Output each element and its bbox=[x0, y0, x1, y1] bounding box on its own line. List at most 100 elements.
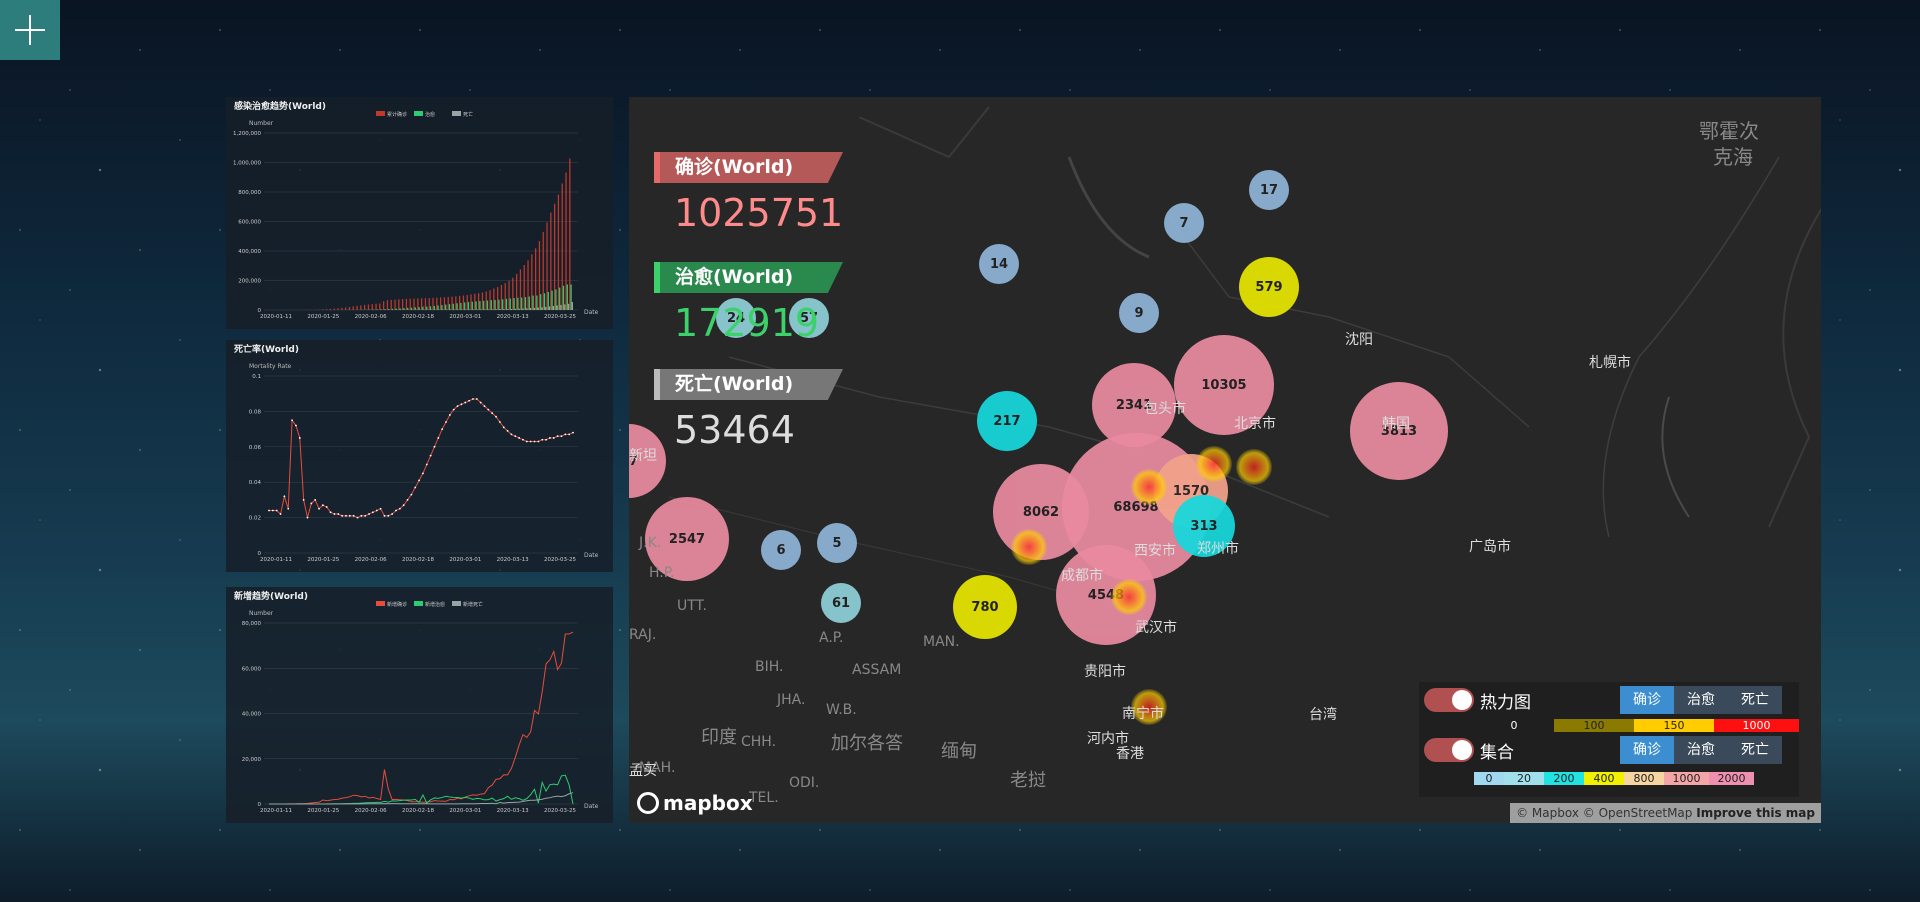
point-0-63 bbox=[510, 433, 513, 436]
legend-swatch bbox=[414, 601, 423, 606]
point-0-41 bbox=[425, 463, 428, 466]
point-0-18 bbox=[337, 513, 340, 515]
point-0-20 bbox=[345, 514, 347, 517]
bar-0-77 bbox=[561, 183, 563, 310]
mapbox-logo[interactable]: mapbox bbox=[637, 791, 753, 815]
point-0-19 bbox=[341, 514, 344, 517]
mortality-chart: Mortality RateDate00.020.040.060.080.120… bbox=[249, 363, 599, 563]
add-button[interactable] bbox=[0, 0, 60, 60]
point-0-78 bbox=[568, 433, 571, 436]
heatmap-toggle[interactable] bbox=[1424, 688, 1474, 712]
cluster-marker[interactable]: 7 bbox=[1164, 203, 1204, 243]
bar-0-30 bbox=[383, 301, 385, 310]
point-0-64 bbox=[514, 435, 517, 438]
city-label: 包头市 bbox=[1144, 401, 1186, 417]
cluster-marker[interactable]: 5 bbox=[817, 523, 857, 563]
cluster-marker[interactable]: 14 bbox=[979, 244, 1019, 284]
cluster-confirmed-button[interactable]: 确诊 bbox=[1620, 736, 1674, 764]
point-0-5 bbox=[287, 507, 290, 510]
point-0-55 bbox=[479, 401, 482, 404]
bar-0-70 bbox=[535, 248, 537, 310]
bar-2-69 bbox=[533, 307, 535, 310]
bar-1-47 bbox=[448, 304, 451, 310]
improve-map-link[interactable]: Improve this map bbox=[1696, 806, 1815, 820]
bar-2-60 bbox=[499, 309, 501, 310]
point-0-15 bbox=[325, 506, 328, 508]
cluster-marker[interactable]: 579 bbox=[1239, 257, 1299, 317]
legend-label: 新增治愈 bbox=[425, 601, 445, 608]
cluster-deaths-button[interactable]: 死亡 bbox=[1728, 736, 1782, 764]
bar-1-37 bbox=[410, 307, 413, 310]
bar-1-48 bbox=[452, 303, 454, 310]
city-label: RAJ. bbox=[629, 627, 657, 643]
bar-0-25 bbox=[364, 304, 366, 310]
city-label: ASSAM bbox=[852, 662, 902, 678]
bar-0-58 bbox=[489, 290, 491, 310]
cluster-marker[interactable]: 780 bbox=[953, 575, 1017, 639]
cluster-marker[interactable]: 17 bbox=[1249, 170, 1289, 210]
cluster-marker[interactable]: 217 bbox=[977, 391, 1037, 451]
bar-0-34 bbox=[398, 299, 400, 310]
bar-0-54 bbox=[474, 293, 476, 310]
city-label: 沈阳 bbox=[1345, 332, 1373, 348]
bar-1-55 bbox=[479, 301, 481, 310]
bar-1-63 bbox=[509, 298, 511, 310]
bar-1-43 bbox=[433, 305, 435, 310]
heat-spot bbox=[1131, 469, 1167, 505]
point-0-29 bbox=[379, 507, 382, 510]
point-0-62 bbox=[506, 429, 509, 432]
bar-2-76 bbox=[560, 304, 562, 310]
cluster-marker[interactable]: 9 bbox=[1119, 293, 1159, 333]
point-0-4 bbox=[283, 495, 286, 498]
legend-label: 新增死亡 bbox=[463, 601, 483, 608]
point-0-56 bbox=[483, 405, 486, 407]
point-0-43 bbox=[433, 445, 436, 448]
point-0-1 bbox=[271, 509, 274, 512]
point-0-66 bbox=[522, 438, 524, 441]
x-axis-label: Date bbox=[584, 552, 599, 559]
cluster-recovered-button[interactable]: 治愈 bbox=[1674, 736, 1728, 764]
heatmap-deaths-button[interactable]: 死亡 bbox=[1728, 686, 1782, 714]
cluster-toggle[interactable] bbox=[1424, 738, 1474, 762]
cluster-marker[interactable]: 6 bbox=[761, 530, 801, 570]
bar-1-68 bbox=[528, 296, 530, 310]
point-0-74 bbox=[552, 437, 555, 439]
x-tick-label: 2020-03-13 bbox=[497, 314, 529, 320]
city-label: W.B. bbox=[826, 702, 857, 718]
cumulative-chart-panel: Number Date 0 200,000 400,000 600,000 800,000 1… bbox=[226, 97, 613, 329]
point-0-14 bbox=[321, 504, 324, 507]
x-tick-label: 2020-01-25 bbox=[307, 808, 339, 814]
bar-0-59 bbox=[493, 288, 495, 310]
bar-1-73 bbox=[547, 291, 549, 310]
city-label: 成都市 bbox=[1061, 568, 1103, 584]
city-label: 鄂霍次 bbox=[1699, 119, 1759, 143]
x-tick-label: 2020-02-18 bbox=[402, 808, 434, 814]
bar-0-74 bbox=[550, 212, 552, 310]
city-label: 香港 bbox=[1116, 746, 1144, 762]
legend-swatch bbox=[376, 601, 385, 606]
bar-0-16 bbox=[329, 308, 332, 310]
heatmap-confirmed-button[interactable]: 确诊 bbox=[1620, 686, 1674, 714]
y-tick-label: 1,000,000 bbox=[233, 161, 261, 167]
x-tick-label: 2020-01-25 bbox=[307, 557, 339, 563]
bar-0-73 bbox=[546, 222, 548, 310]
bar-0-32 bbox=[390, 299, 392, 310]
bar-1-70 bbox=[536, 295, 538, 310]
map-view[interactable]: 1771495792457103052341217381397254765806… bbox=[629, 97, 1821, 823]
heatmap-recovered-button[interactable]: 治愈 bbox=[1674, 686, 1728, 714]
city-label: 加尔各答 bbox=[831, 733, 903, 754]
point-0-9 bbox=[302, 499, 305, 501]
point-0-77 bbox=[564, 433, 567, 436]
city-label: 北京市 bbox=[1234, 416, 1276, 432]
bar-0-22 bbox=[352, 306, 354, 310]
bar-0-71 bbox=[538, 241, 541, 310]
bar-0-40 bbox=[421, 298, 423, 310]
point-0-21 bbox=[348, 514, 351, 517]
bar-2-65 bbox=[518, 308, 520, 310]
point-0-36 bbox=[406, 499, 409, 501]
cluster-marker[interactable]: 61 bbox=[821, 583, 861, 623]
bar-0-20 bbox=[345, 307, 347, 310]
point-0-65 bbox=[518, 437, 521, 439]
point-0-57 bbox=[487, 408, 490, 411]
bar-1-69 bbox=[532, 295, 534, 310]
